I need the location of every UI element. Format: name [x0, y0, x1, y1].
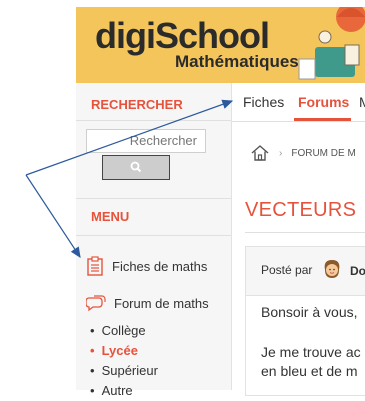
document-icon	[87, 256, 103, 276]
menu-link-forum[interactable]: Forum de maths	[86, 294, 209, 312]
page-title: VECTEURS	[245, 199, 357, 221]
site-banner[interactable]: digiSchool Mathématiques	[76, 7, 365, 83]
divider	[245, 232, 365, 233]
search-icon	[130, 161, 142, 173]
home-icon[interactable]	[250, 144, 270, 162]
site-section-name: Mathématiques	[175, 52, 299, 71]
post-text-line: en bleu et de m	[261, 363, 358, 379]
post-text-line: Bonsoir à vous,	[261, 304, 358, 320]
tab-more[interactable]: M	[359, 94, 365, 110]
search-input[interactable]: Rechercher	[86, 129, 206, 153]
sublist-item-lycee[interactable]: Lycée	[90, 341, 158, 361]
sublist-item-superieur[interactable]: Supérieur	[90, 361, 158, 381]
sublist-item-autre[interactable]: Autre	[90, 381, 158, 401]
divider	[76, 235, 231, 236]
forum-sublist: Collège Lycée Supérieur Autre	[90, 321, 158, 401]
post-header: Posté par Do	[246, 247, 365, 296]
avatar[interactable]	[321, 258, 343, 280]
chevron-right-icon: ›	[279, 147, 283, 159]
breadcrumb-current[interactable]: FORUM DE M	[291, 148, 355, 159]
forum-post: Posté par Do Bonsoir à vous, Je me trouv…	[245, 246, 365, 396]
search-button[interactable]	[102, 155, 170, 180]
banner-illustration	[298, 7, 365, 80]
site-logo[interactable]: digiSchool	[95, 16, 270, 56]
menu-link-fiches[interactable]: Fiches de maths	[86, 256, 207, 276]
divider	[76, 198, 231, 199]
arrow-to-fiches-menu	[25, 174, 81, 259]
menu-link-label: Forum de maths	[114, 295, 209, 311]
active-tab-indicator	[294, 118, 351, 121]
menu-section-title: MENU	[91, 209, 130, 224]
chat-bubble-icon	[86, 295, 106, 312]
divider	[76, 120, 231, 121]
sublist-item-college[interactable]: Collège	[90, 321, 158, 341]
post-text-line: Je me trouve ac	[261, 344, 361, 360]
sidebar: RECHERCHER Rechercher MENU Fiches de mat…	[76, 83, 232, 398]
breadcrumb: › FORUM DE M	[250, 144, 356, 162]
search-section-title: RECHERCHER	[91, 97, 183, 112]
main-nav-tabs: Fiches Forums M	[232, 83, 365, 122]
menu-link-label: Fiches de maths	[112, 258, 208, 274]
tab-fiches[interactable]: Fiches	[243, 94, 284, 110]
post-author[interactable]: Do	[350, 264, 365, 278]
tab-forums[interactable]: Forums	[298, 94, 349, 110]
posted-by-label: Posté par	[261, 263, 313, 277]
